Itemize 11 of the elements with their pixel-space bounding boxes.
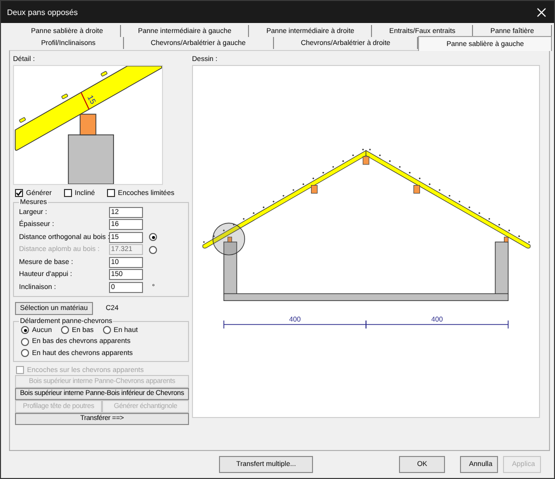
radio-button[interactable] <box>102 326 111 334</box>
radio-button[interactable] <box>21 349 29 358</box>
radio-button[interactable] <box>21 326 29 334</box>
close-icon[interactable] <box>537 8 546 16</box>
radio-button[interactable] <box>21 338 29 346</box>
checkbox[interactable] <box>64 189 72 197</box>
checkbox[interactable] <box>106 189 115 197</box>
checkbox[interactable] <box>15 189 23 197</box>
radio-button[interactable] <box>149 233 157 242</box>
window-title: Deux pans opposés <box>7 8 78 16</box>
radio-button[interactable] <box>60 326 69 334</box>
